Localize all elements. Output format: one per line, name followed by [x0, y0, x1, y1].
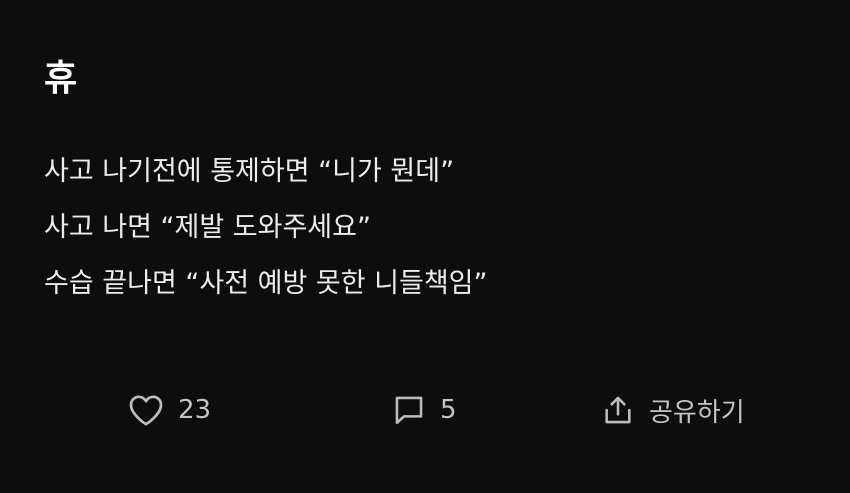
heart-icon: [128, 393, 164, 427]
post-line: 사고 나면 “제발 도와주세요”: [44, 212, 371, 243]
comment-icon: [392, 393, 426, 427]
like-count: 23: [178, 395, 212, 425]
comment-button[interactable]: 5: [392, 386, 457, 434]
post-title: 휴: [44, 58, 79, 99]
action-bar: 23 5 공유하기: [0, 386, 850, 434]
comment-count: 5: [440, 395, 457, 425]
share-icon: [601, 393, 635, 427]
share-label: 공유하기: [649, 397, 745, 428]
post-line: 사고 나기전에 통제하면 “니가 뭔데”: [44, 156, 455, 187]
post-line: 수습 끝나면 “사전 예방 못한 니들책임”: [44, 268, 488, 299]
post-body: 사고 나기전에 통제하면 “니가 뭔데” 사고 나면 “제발 도와주세요” 수습…: [44, 144, 824, 312]
share-button[interactable]: 공유하기: [601, 386, 745, 434]
like-button[interactable]: 23: [128, 386, 211, 434]
